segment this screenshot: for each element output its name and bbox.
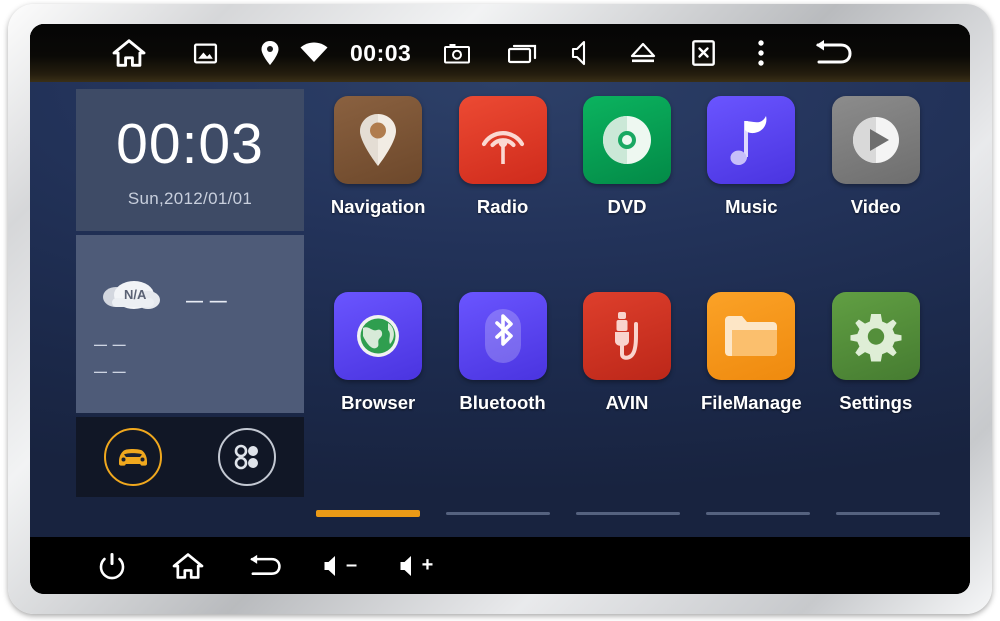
overflow-menu-icon[interactable] bbox=[733, 24, 789, 82]
clock-widget-date: Sun,2012/01/01 bbox=[127, 188, 253, 208]
speaker-minus-icon bbox=[324, 555, 335, 576]
back-icon[interactable] bbox=[789, 24, 875, 82]
app-tile[interactable] bbox=[707, 96, 796, 184]
eject-icon[interactable] bbox=[613, 24, 673, 82]
app-label: Browser bbox=[341, 392, 416, 413]
clock-widget-time: 00:03 bbox=[116, 111, 264, 176]
page-dot-5[interactable] bbox=[836, 511, 940, 515]
widget-dock bbox=[76, 417, 304, 497]
power-button[interactable] bbox=[74, 537, 150, 594]
page-dot-1[interactable] bbox=[316, 509, 420, 517]
navigation-bar: – + bbox=[30, 537, 970, 594]
app-settings[interactable]: Settings bbox=[814, 292, 938, 488]
app-grid: Navigation Radio DVD Music Video Browser… bbox=[316, 96, 938, 496]
app-tile[interactable] bbox=[582, 96, 671, 184]
av-plug-icon bbox=[614, 312, 638, 360]
screenshot-icon[interactable] bbox=[421, 24, 493, 82]
page-indicator bbox=[316, 506, 940, 520]
home-button[interactable] bbox=[150, 537, 226, 594]
app-tile[interactable] bbox=[707, 292, 796, 380]
app-label: Navigation bbox=[330, 196, 426, 217]
app-avin[interactable]: AVIN bbox=[565, 292, 689, 488]
app-row: Browser Bluetooth AVIN FileManage Settin… bbox=[316, 292, 938, 488]
play-circle-icon bbox=[852, 117, 899, 163]
app-bluetooth[interactable]: Bluetooth bbox=[440, 292, 564, 488]
wallpaper-icon[interactable] bbox=[158, 24, 252, 82]
all-apps-button[interactable] bbox=[218, 428, 276, 486]
weather-condition: N/A bbox=[124, 287, 147, 302]
clock-widget[interactable]: 00:03 Sun,2012/01/01 bbox=[76, 89, 304, 231]
app-tile[interactable] bbox=[334, 96, 423, 184]
app-label: AVIN bbox=[605, 392, 649, 413]
app-dvd[interactable]: DVD bbox=[565, 96, 689, 292]
music-note-icon bbox=[730, 116, 767, 165]
app-label: Settings bbox=[839, 392, 913, 413]
weather-widget[interactable]: N/A — — — — — — bbox=[76, 235, 304, 413]
back-arrow-icon bbox=[250, 554, 281, 575]
status-bar: 00:03 bbox=[30, 24, 970, 82]
screen-off-icon[interactable] bbox=[673, 24, 733, 82]
app-tile[interactable] bbox=[582, 292, 671, 380]
app-filemanager[interactable]: FileManage bbox=[689, 292, 813, 488]
app-label: DVD bbox=[607, 196, 647, 217]
status-bar-clock: 00:03 bbox=[350, 39, 412, 66]
weather-low: — — bbox=[94, 337, 127, 352]
power-icon bbox=[99, 552, 125, 579]
apps-grid-icon bbox=[234, 444, 258, 470]
weather-high: — — bbox=[94, 364, 127, 379]
folder-icon bbox=[725, 316, 778, 356]
home-icon bbox=[172, 552, 204, 579]
map-pin-icon bbox=[360, 114, 397, 166]
head-unit-device: 00:03 00:03 Sun,2012/01/01 N/A — — — — —… bbox=[8, 4, 992, 614]
volume-down-sign: – bbox=[345, 554, 358, 576]
mute-icon[interactable] bbox=[553, 24, 613, 82]
speaker-plus-icon bbox=[400, 555, 411, 576]
back-button[interactable] bbox=[226, 537, 302, 594]
volume-up-sign: + bbox=[421, 554, 434, 576]
disc-icon bbox=[602, 116, 651, 164]
app-label: Music bbox=[725, 196, 778, 217]
wifi-icon bbox=[288, 24, 340, 82]
app-tile[interactable] bbox=[458, 292, 547, 380]
volume-down-button[interactable]: – bbox=[302, 537, 378, 594]
app-tile[interactable] bbox=[831, 96, 920, 184]
gear-icon bbox=[850, 313, 902, 362]
app-browser[interactable]: Browser bbox=[316, 292, 440, 488]
app-radio[interactable]: Radio bbox=[440, 96, 564, 292]
weather-temperature: — — bbox=[186, 291, 228, 310]
car-mode-button[interactable] bbox=[104, 428, 162, 486]
app-tile[interactable] bbox=[458, 96, 547, 184]
page-dot-3[interactable] bbox=[576, 511, 680, 515]
app-label: Radio bbox=[476, 196, 529, 217]
page-dot-4[interactable] bbox=[706, 511, 810, 515]
app-navigation[interactable]: Navigation bbox=[316, 96, 440, 292]
app-video[interactable]: Video bbox=[814, 96, 938, 292]
radio-waves-icon bbox=[481, 130, 524, 164]
globe-icon bbox=[357, 315, 400, 357]
page-dot-2[interactable] bbox=[446, 511, 550, 515]
bluetooth-icon bbox=[484, 309, 521, 363]
app-row: Navigation Radio DVD Music Video bbox=[316, 96, 938, 292]
screen: 00:03 00:03 Sun,2012/01/01 N/A — — — — —… bbox=[30, 24, 970, 594]
app-music[interactable]: Music bbox=[689, 96, 813, 292]
location-pin-icon bbox=[252, 24, 288, 82]
app-label: Video bbox=[850, 196, 901, 217]
app-tile[interactable] bbox=[334, 292, 423, 380]
app-tile[interactable] bbox=[831, 292, 920, 380]
home-icon[interactable] bbox=[100, 24, 158, 82]
home-screen: 00:03 Sun,2012/01/01 N/A — — — — — — Nav… bbox=[30, 82, 970, 537]
volume-up-button[interactable]: + bbox=[378, 537, 454, 594]
recent-apps-icon[interactable] bbox=[493, 24, 553, 82]
car-icon bbox=[119, 448, 147, 466]
app-label: Bluetooth bbox=[459, 392, 546, 413]
widget-column: 00:03 Sun,2012/01/01 N/A — — — — — — bbox=[76, 89, 304, 527]
app-label: FileManage bbox=[700, 392, 802, 413]
